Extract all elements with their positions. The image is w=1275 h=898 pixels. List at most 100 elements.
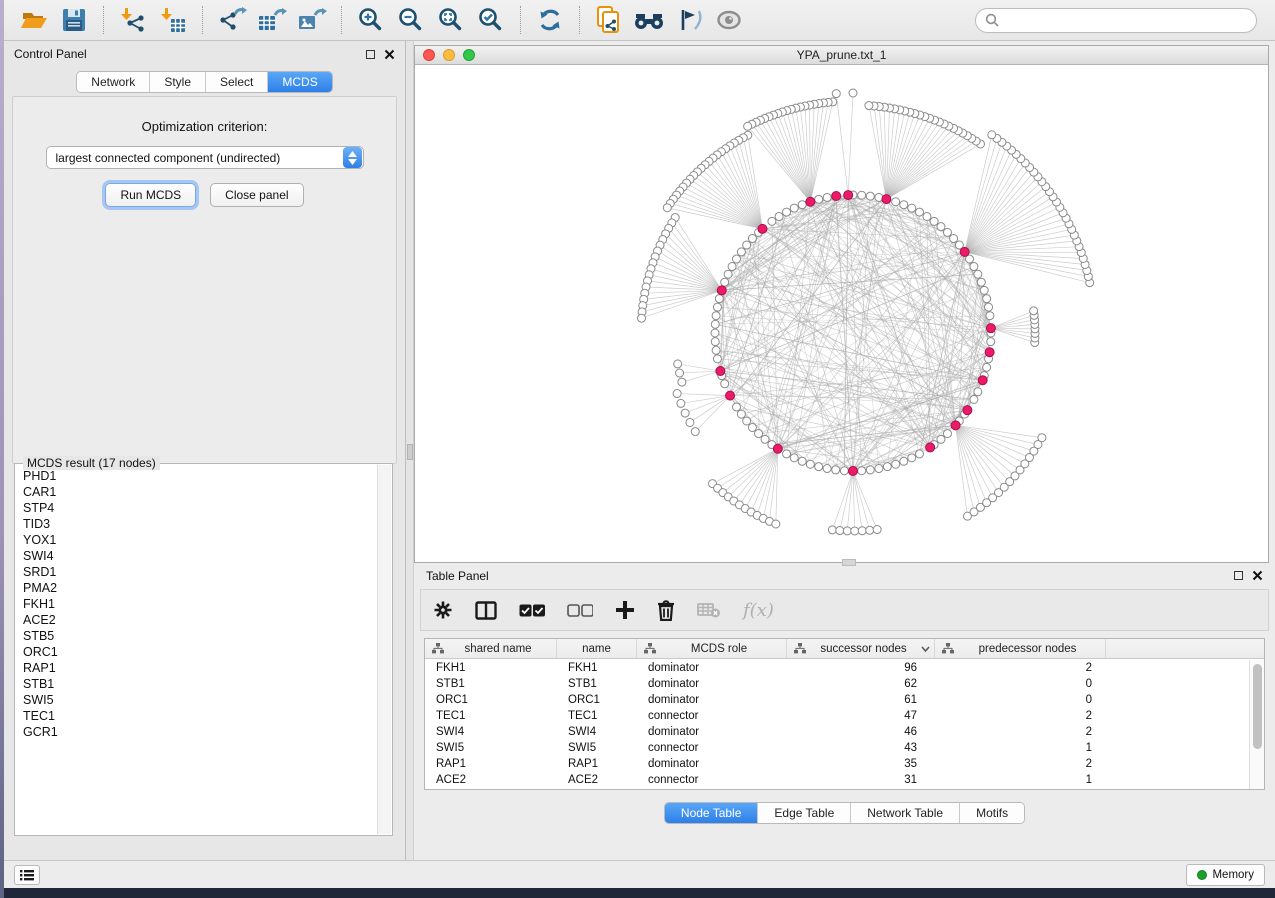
mcds-result-item[interactable]: ORC1 [23,644,376,660]
table-row[interactable]: SWI5SWI5connector431 [425,740,1249,756]
mcds-result-item[interactable]: STP4 [23,500,376,516]
vertical-splitter[interactable] [405,41,414,860]
tab-mcds[interactable]: MCDS [268,72,331,92]
table-row[interactable]: RAP1RAP1dominator352 [425,756,1249,772]
mcds-result-item[interactable]: YOX1 [23,532,376,548]
float-panel-icon[interactable] [366,50,375,59]
run-mcds-button[interactable]: Run MCDS [105,183,196,207]
column-type-icon [644,643,656,654]
float-table-panel-icon[interactable] [1234,571,1243,580]
tab-motifs[interactable]: Motifs [960,803,1024,823]
function-builder-icon[interactable]: f(x) [743,600,774,621]
column-header-predecessor-nodes[interactable]: predecessor nodes [935,639,1106,658]
criterion-dropdown[interactable]: largest connected component (undirected) [46,146,364,169]
close-panel-button[interactable]: Close panel [210,183,303,207]
mcds-result-item[interactable]: FKH1 [23,596,376,612]
table-row[interactable]: SWI4SWI4dominator462 [425,724,1249,740]
tab-network-table[interactable]: Network Table [851,803,960,823]
mcds-result-item[interactable]: SWI5 [23,692,376,708]
network-window-titlebar[interactable]: YPA_prune.txt_1 [415,46,1268,65]
tab-style[interactable]: Style [150,72,206,92]
mcds-result-list[interactable]: PHD1CAR1STP4TID3YOX1SWI4SRD1PMA2FKH1ACE2… [17,468,376,833]
column-type-icon [942,643,954,654]
clone-network-icon[interactable] [592,4,626,36]
table-cell: 43 [787,742,935,754]
network-window: YPA_prune.txt_1 [414,45,1269,563]
search-input[interactable] [1005,13,1247,27]
mcds-result-item[interactable]: GCR1 [23,724,376,740]
table-cell: 31 [787,774,935,786]
table-panel: Table Panel [414,563,1275,860]
column-header-mcds-role[interactable]: MCDS role [637,639,787,658]
table-cell: dominator [637,662,787,674]
import-table-icon[interactable] [156,4,190,36]
close-table-panel-icon[interactable] [1252,570,1263,581]
open-session-icon[interactable] [17,4,51,36]
node-table-body[interactable]: FKH1FKH1dominator962STB1STB1dominator620… [425,660,1249,789]
table-row[interactable]: FKH1FKH1dominator962 [425,660,1249,676]
column-header-shared-name[interactable]: shared name [425,639,557,658]
mcds-result-item[interactable]: STB5 [23,628,376,644]
export-table-icon[interactable] [255,4,289,36]
table-cell: SWI5 [557,742,637,754]
zoom-in-icon[interactable] [354,4,388,36]
column-header-name[interactable]: name [557,639,637,658]
column-type-icon [432,643,444,654]
show-all-eye-icon[interactable] [712,4,746,36]
mcds-result-item[interactable]: SRD1 [23,564,376,580]
network-graph[interactable] [415,65,1268,562]
tab-edge-table[interactable]: Edge Table [758,803,851,823]
network-canvas[interactable] [415,65,1268,562]
hide-selected-icon[interactable] [672,4,706,36]
node-table: shared name name MCDS role successor nod… [424,638,1265,790]
table-row[interactable]: ACE2ACE2connector311 [425,772,1249,788]
refresh-icon[interactable] [533,4,567,36]
mcds-result-item[interactable]: CAR1 [23,484,376,500]
mcds-result-item[interactable]: ACE2 [23,612,376,628]
table-row[interactable]: STB1STB1dominator620 [425,676,1249,692]
table-scrollbar[interactable] [1249,660,1264,789]
export-image-icon[interactable] [295,4,329,36]
table-row[interactable]: YOX1YOX1connector291 [425,788,1249,789]
tab-network[interactable]: Network [77,72,150,92]
table-settings-gear-icon[interactable] [433,600,453,620]
column-header-empty [1106,639,1264,658]
show-panels-menu-button[interactable] [14,865,40,885]
deselect-all-icon[interactable] [567,604,593,617]
save-session-icon[interactable] [57,4,91,36]
delete-column-trash-icon[interactable] [657,600,675,621]
search-field[interactable] [975,8,1257,33]
table-row[interactable]: ORC1ORC1dominator610 [425,692,1249,708]
mcds-result-scrollbar[interactable] [377,465,391,834]
select-all-icon[interactable] [519,604,545,617]
column-header-successor-nodes[interactable]: successor nodes [787,639,935,658]
delete-table-icon[interactable] [697,602,721,618]
toolbar-separator [103,6,104,34]
tab-select[interactable]: Select [206,72,268,92]
table-cell: TEC1 [557,710,637,722]
splitter-grip[interactable] [407,444,413,460]
table-cell: STB1 [425,678,557,690]
mcds-result-item[interactable]: TID3 [23,516,376,532]
add-column-icon[interactable] [615,600,635,620]
zoom-fit-icon[interactable] [434,4,468,36]
first-neighbors-icon[interactable] [632,4,666,36]
mcds-result-item[interactable]: PMA2 [23,580,376,596]
tab-node-table[interactable]: Node Table [665,803,759,823]
zoom-selected-icon[interactable] [474,4,508,36]
mcds-result-item[interactable]: SWI4 [23,548,376,564]
table-row[interactable]: TEC1TEC1connector472 [425,708,1249,724]
mcds-result-item[interactable]: RAP1 [23,660,376,676]
mcds-result-item[interactable]: PHD1 [23,468,376,484]
export-network-icon[interactable] [215,4,249,36]
table-scrollbar-thumb[interactable] [1253,664,1262,749]
horizontal-splitter-grip[interactable] [842,559,856,566]
zoom-out-icon[interactable] [394,4,428,36]
mcds-result-item[interactable]: TEC1 [23,708,376,724]
close-panel-icon[interactable] [384,49,395,60]
import-network-icon[interactable] [116,4,150,36]
mcds-result-item[interactable]: STB1 [23,676,376,692]
show-columns-icon[interactable] [475,601,497,620]
table-tabs: Node Table Edge Table Network Table Moti… [414,802,1275,824]
memory-button[interactable]: Memory [1186,864,1265,886]
